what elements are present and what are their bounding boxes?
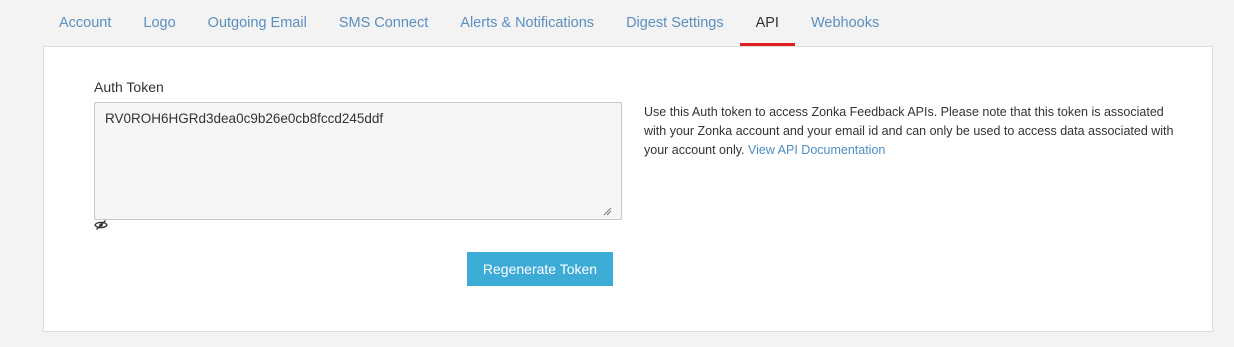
tab-sms-connect[interactable]: SMS Connect: [323, 0, 444, 46]
api-help-text: Use this Auth token to access Zonka Feed…: [644, 103, 1184, 160]
help-description: Use this Auth token to access Zonka Feed…: [644, 105, 1174, 157]
tab-webhooks[interactable]: Webhooks: [795, 0, 895, 46]
tab-api[interactable]: API: [739, 0, 796, 46]
tab-outgoing-email[interactable]: Outgoing Email: [192, 0, 323, 46]
tab-alerts-notifications[interactable]: Alerts & Notifications: [444, 0, 610, 46]
regenerate-token-button[interactable]: Regenerate Token: [467, 252, 613, 286]
auth-token-field[interactable]: [94, 102, 622, 220]
eye-slash-icon[interactable]: [94, 219, 108, 231]
api-settings-panel: Auth Token Regenerate Token Use this Aut…: [43, 46, 1213, 332]
tab-account[interactable]: Account: [43, 0, 127, 46]
view-api-documentation-link[interactable]: View API Documentation: [748, 143, 885, 157]
settings-tabs: Account Logo Outgoing Email SMS Connect …: [43, 0, 1213, 46]
resize-grip-icon[interactable]: [603, 207, 612, 216]
tab-logo[interactable]: Logo: [127, 0, 191, 46]
tab-digest-settings[interactable]: Digest Settings: [610, 0, 740, 46]
auth-token-label: Auth Token: [94, 79, 164, 95]
